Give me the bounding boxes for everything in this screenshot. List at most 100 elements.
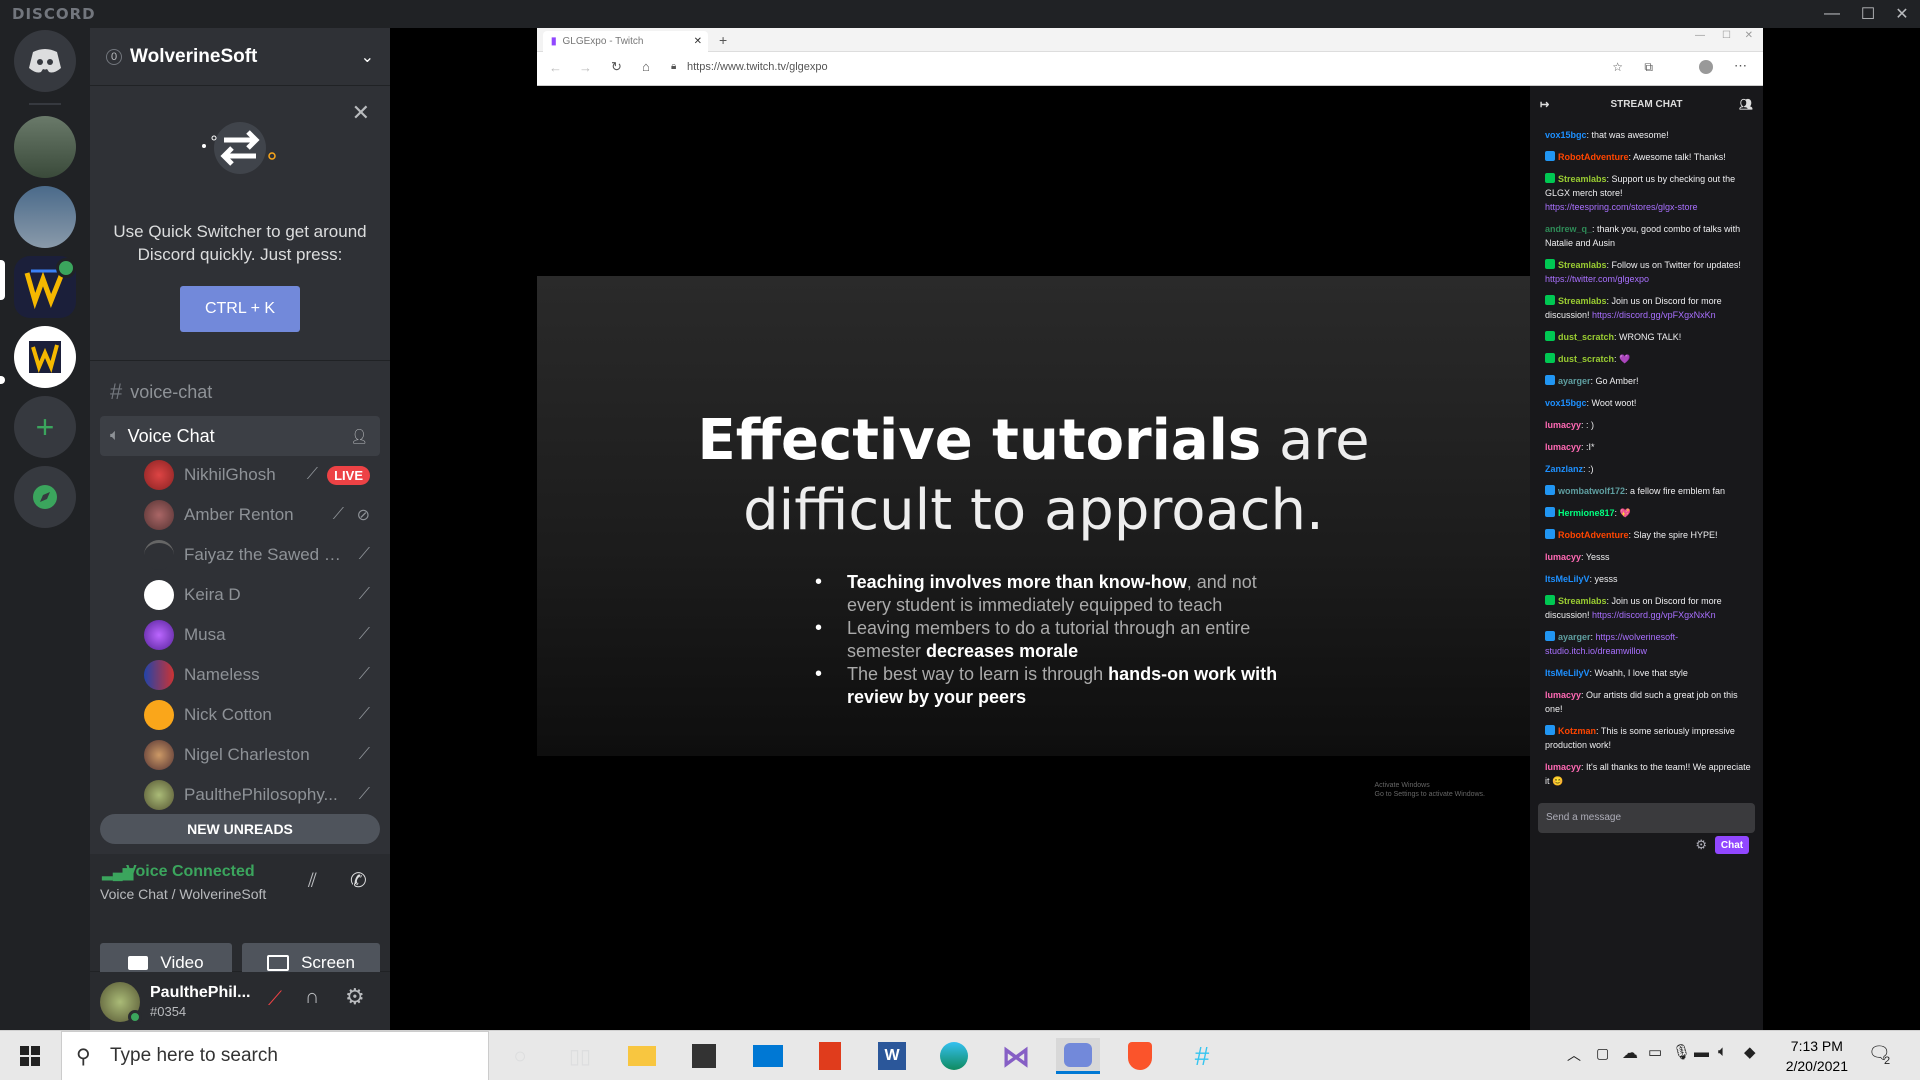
reload-icon[interactable]: ↻ [611,59,622,75]
chat-username[interactable]: lumacyy [1545,442,1581,452]
more-menu-icon[interactable]: ⋯ [1734,58,1747,74]
minimize-button[interactable]: — [1814,0,1850,28]
taskbar-search[interactable]: ⚲ Type here to search [61,1031,489,1080]
chat-username[interactable]: lumacyy [1545,552,1581,562]
battery-icon[interactable]: ▬ [1694,1044,1709,1061]
voice-user[interactable]: Faiyaz the Sawed of... ⟋ [144,537,380,573]
chat-username[interactable]: lumacyy [1545,690,1581,700]
chat-username[interactable]: RobotAdventure [1558,530,1629,540]
browser-tab[interactable]: ▮ GLGExpo - Twitch ✕ [543,31,708,52]
server-icon-2[interactable] [14,186,76,248]
chat-username[interactable]: ItsMeLilyV [1545,668,1590,678]
home-icon[interactable]: ⌂ [642,59,650,74]
taskbar-clock[interactable]: 7:13 PM 2/20/2021 [1786,1036,1848,1076]
office-icon[interactable] [808,1038,852,1074]
invite-user-icon[interactable]: 👤︎ [350,428,368,445]
mute-mic-icon[interactable]: ⟋ [268,988,282,1011]
chat-username[interactable]: andrew_q_ [1545,224,1592,234]
chat-username[interactable]: Hermione817 [1558,508,1615,518]
headphones-icon[interactable]: ∩ [305,986,319,1009]
url-field[interactable]: https://www.twitch.tv/glgexpo [687,61,828,73]
quick-switcher-shortcut-button[interactable]: CTRL + K [180,286,300,332]
voice-user[interactable]: PaulthePhilosophy... ⟋ [144,777,380,813]
task-view-icon[interactable]: ▯▯ [558,1038,602,1074]
server-icon-wolverinesoft[interactable] [14,326,76,388]
chat-send-button[interactable]: Chat [1715,836,1749,854]
home-button[interactable] [14,30,76,92]
chat-username[interactable]: Streamlabs [1558,296,1607,306]
voice-user[interactable]: Musa ⟋ [144,617,380,653]
forward-icon[interactable]: → [579,60,592,75]
chat-username[interactable]: ayarger [1558,632,1591,642]
twitch-video-player[interactable]: Effective tutorials are difficult to app… [537,86,1530,1030]
show-hidden-icons[interactable]: ︿ [1567,1045,1581,1065]
chat-username[interactable]: Streamlabs [1558,174,1607,184]
edge-icon[interactable] [932,1038,976,1074]
settings-gear-icon[interactable]: ⚙ [345,984,365,1010]
chat-username[interactable]: ItsMeLilyV [1545,574,1590,584]
close-icon[interactable]: ✕ [352,100,370,126]
favorites-icon[interactable]: ☆ [1612,60,1623,74]
chat-username[interactable]: Streamlabs [1558,260,1607,270]
chat-link[interactable]: https://discord.gg/vpFXgxNxKn [1592,610,1716,620]
chat-username[interactable]: lumacyy [1545,420,1581,430]
chat-username[interactable]: wombatwolf172 [1558,486,1625,496]
chat-username[interactable]: Zanzlanz [1545,464,1583,474]
chat-link[interactable]: https://twitter.com/glgexpo [1545,274,1649,284]
visual-studio-icon[interactable]: ⋈ [994,1038,1038,1074]
collapse-chat-icon[interactable]: ↦ [1540,98,1549,111]
voice-user[interactable]: Amber Renton ⟋ ⊘ [144,497,380,533]
voice-location[interactable]: Voice Chat / WolverineSoft [100,886,266,902]
voice-user[interactable]: Nick Cotton ⟋ [144,697,380,733]
file-explorer-icon[interactable] [620,1038,664,1074]
chat-username[interactable]: dust_scratch [1558,354,1614,364]
word-icon[interactable]: W [870,1038,914,1074]
voice-connected-label[interactable]: Voice Connected [126,863,255,881]
chat-username[interactable]: vox15bgc [1545,130,1587,140]
brave-icon[interactable] [1118,1038,1162,1074]
maximize-button[interactable]: ☐ [1850,0,1886,28]
chat-username[interactable]: Streamlabs [1558,596,1607,606]
close-window-button[interactable]: ✕ [1884,0,1920,28]
volume-icon[interactable]: 🔈︎ [1718,1043,1727,1060]
voice-user[interactable]: Nameless ⟋ [144,657,380,693]
chat-username[interactable]: Kotzman [1558,726,1596,736]
microphone-icon[interactable]: 🎙︎ [1672,1043,1691,1061]
chat-link[interactable]: https://discord.gg/vpFXgxNxKn [1592,310,1716,320]
profile-icon[interactable] [1699,60,1713,74]
chat-username[interactable]: lumacyy [1545,762,1581,772]
noise-suppression-icon[interactable]: ⫽ [308,870,317,893]
channel-voice-chat[interactable]: 🔈︎ Voice Chat 👤︎ [100,416,380,456]
chat-settings-icon[interactable]: ⚙ [1695,837,1707,853]
browser-close-icon[interactable]: ✕ [1745,30,1753,41]
start-button[interactable] [8,1038,52,1074]
user-name[interactable]: PaulthePhil... [150,984,250,1002]
chat-username[interactable]: vox15bgc [1545,398,1587,408]
collections-icon[interactable]: ⧉ [1644,60,1653,75]
voice-user[interactable]: Keira D ⟋ [144,577,380,613]
close-tab-icon[interactable]: ✕ [694,36,702,47]
add-server-icon[interactable]: + [14,396,76,458]
server-icon-1[interactable] [14,116,76,178]
back-icon[interactable]: ← [549,60,562,75]
server-header[interactable]: 0 WolverineSoft ⌄ [90,28,390,86]
discord-taskbar-icon[interactable] [1056,1038,1100,1074]
onedrive-icon[interactable]: ☁ [1622,1043,1638,1063]
channel-voice-chat-text[interactable]: # voice-chat [100,373,380,411]
tray-app-icon[interactable]: ▢ [1596,1045,1609,1062]
new-tab-icon[interactable]: + [719,32,727,48]
store-icon[interactable] [682,1038,726,1074]
voice-user[interactable]: NikhilGhosh ⟋ LIVE [144,457,380,493]
chat-username[interactable]: ayarger [1558,376,1591,386]
users-list-icon[interactable]: 👥︎ [1739,98,1753,111]
disconnect-icon[interactable]: ✆ [350,868,367,893]
voice-user[interactable]: Nigel Charleston ⟋ [144,737,380,773]
chat-username[interactable]: RobotAdventure [1558,152,1629,162]
dropbox-icon[interactable]: ◆ [1744,1043,1756,1061]
chat-input[interactable]: Send a message [1538,803,1755,833]
chat-link[interactable]: https://teespring.com/stores/glgx-store [1545,202,1698,212]
slack-icon[interactable]: # [1180,1038,1224,1074]
browser-minimize-icon[interactable]: — [1695,30,1705,41]
mail-icon[interactable] [746,1038,790,1074]
cortana-icon[interactable]: ○ [498,1038,542,1074]
